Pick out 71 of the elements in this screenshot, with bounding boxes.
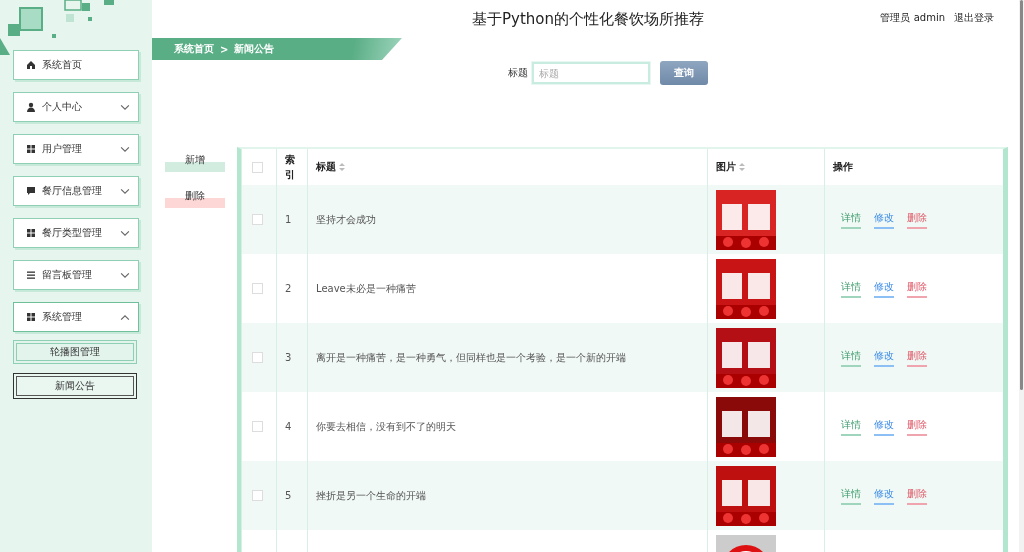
edit-link[interactable]: 修改	[874, 279, 894, 298]
chat-icon	[26, 186, 36, 196]
delete-link[interactable]: 删除	[907, 210, 927, 229]
person-icon	[26, 102, 36, 112]
menu-item[interactable]: 系统首页	[13, 50, 139, 80]
caret-up-icon	[120, 313, 130, 321]
title-cell: Leave未必是一种痛苦	[316, 282, 416, 294]
detail-link[interactable]: 详情	[841, 279, 861, 298]
detail-link[interactable]: 详情	[841, 348, 861, 367]
detail-link[interactable]: 详情	[841, 417, 861, 436]
checkbox[interactable]	[252, 214, 263, 226]
breadcrumb-link[interactable]: 系统首页	[174, 42, 214, 56]
column-header: 索引	[285, 153, 295, 182]
caret-down-icon	[120, 271, 130, 279]
edit-link[interactable]: 修改	[874, 210, 894, 229]
column-header[interactable]: 图片	[716, 161, 736, 172]
delete-link[interactable]: 删除	[907, 486, 927, 505]
sort-icon	[339, 163, 345, 171]
index-cell: 5	[285, 490, 292, 501]
scrollbar[interactable]	[1019, 0, 1024, 552]
column-header: 操作	[833, 161, 853, 172]
search-button[interactable]: 查询	[660, 61, 708, 85]
checkbox[interactable]	[252, 283, 263, 295]
list-icon	[26, 270, 36, 280]
delete-link[interactable]: 删除	[907, 417, 927, 436]
menu-item[interactable]: 留言板管理	[13, 260, 139, 290]
caret-down-icon	[120, 103, 130, 111]
home-icon	[26, 60, 36, 70]
breadcrumb-link[interactable]: 新闻公告	[234, 42, 275, 56]
checkbox[interactable]	[252, 161, 263, 173]
edit-link[interactable]: 修改	[874, 417, 894, 436]
delete-link[interactable]: 删除	[907, 348, 927, 367]
checkbox[interactable]	[252, 421, 263, 433]
menu-item[interactable]: 用户管理	[13, 134, 139, 164]
logout-link[interactable]: 退出登录	[954, 11, 994, 25]
index-cell: 3	[285, 352, 292, 363]
grid-icon	[26, 228, 36, 238]
title-cell: 你要去相信，没有到不了的明天	[316, 420, 456, 432]
menu-item[interactable]: 餐厅信息管理	[13, 176, 139, 206]
search-field[interactable]: 标题	[532, 62, 650, 84]
submenu-item[interactable]: 新闻公告	[13, 373, 137, 399]
title-cell: 挫折是另一个生命的开端	[316, 489, 426, 501]
breadcrumb-separator: >	[220, 43, 229, 55]
search-label: 标题	[508, 66, 528, 80]
index-cell: 1	[285, 214, 292, 225]
submenu-item[interactable]: 轮播图管理	[13, 340, 137, 364]
user-name: 管理员 admin	[880, 11, 945, 25]
page-title: 基于Python的个性化餐饮场所推荐	[472, 9, 704, 29]
caret-down-icon	[120, 145, 130, 153]
index-cell: 4	[285, 421, 292, 432]
delete-button[interactable]: 删除	[165, 188, 225, 208]
menu-item[interactable]: 系统管理	[13, 302, 139, 332]
title-cell: 离开是一种痛苦，是一种勇气，但同样也是一个考验，是一个新的开端	[316, 351, 626, 363]
menu-item[interactable]: 餐厅类型管理	[13, 218, 139, 248]
caret-down-icon	[120, 187, 130, 195]
caret-down-icon	[120, 229, 130, 237]
add-button[interactable]: 新增	[165, 152, 225, 172]
menu-item[interactable]: 个人中心	[13, 92, 139, 122]
edit-link[interactable]: 修改	[874, 486, 894, 505]
index-cell: 2	[285, 283, 292, 294]
detail-link[interactable]: 详情	[841, 486, 861, 505]
sort-icon	[739, 163, 745, 171]
detail-link[interactable]: 详情	[841, 210, 861, 229]
delete-link[interactable]: 删除	[907, 279, 927, 298]
grid-icon	[26, 144, 36, 154]
grid-icon	[26, 312, 36, 322]
title-cell: 坚持才会成功	[316, 213, 376, 225]
checkbox[interactable]	[252, 352, 263, 364]
column-header[interactable]: 标题	[316, 161, 336, 172]
edit-link[interactable]: 修改	[874, 348, 894, 367]
checkbox[interactable]	[252, 490, 263, 502]
